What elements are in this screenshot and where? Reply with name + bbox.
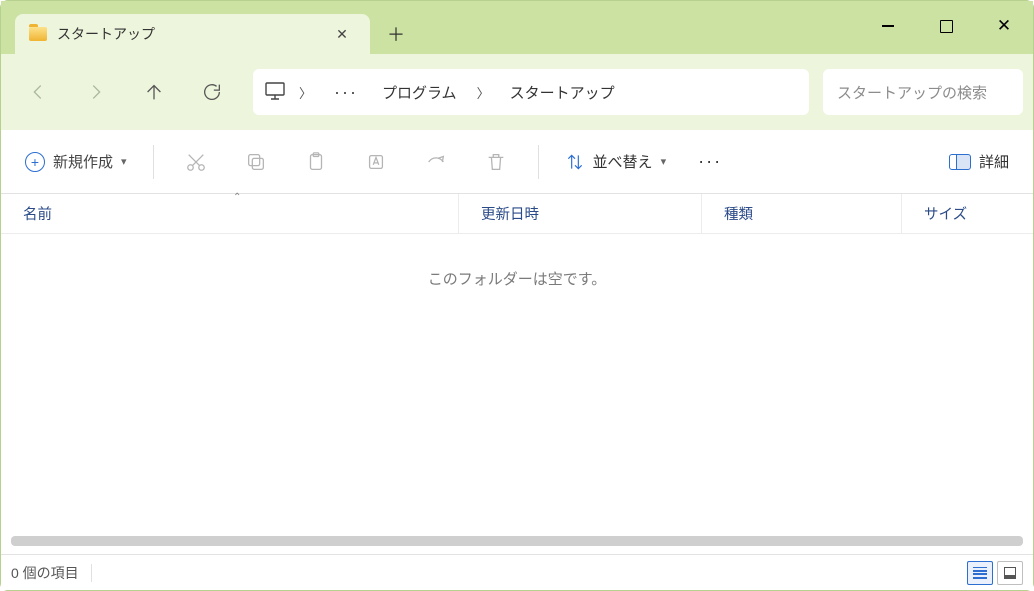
toolbar-separator xyxy=(153,145,154,179)
back-button[interactable] xyxy=(11,71,65,113)
details-pane-icon xyxy=(949,154,971,170)
copy-button[interactable] xyxy=(228,142,284,182)
more-button[interactable]: ··· xyxy=(682,142,738,182)
file-list-area[interactable]: このフォルダーは空です。 xyxy=(1,234,1033,554)
toolbar: + 新規作成 ▾ 並べ替え ▾ ··· 詳細 xyxy=(1,130,1033,194)
new-button-label: 新規作成 xyxy=(53,151,113,172)
up-button[interactable] xyxy=(127,71,181,113)
chevron-right-icon[interactable]: 〉 xyxy=(293,83,318,102)
toolbar-separator xyxy=(538,145,539,179)
new-button[interactable]: + 新規作成 ▾ xyxy=(13,142,139,182)
tab-active[interactable]: スタートアップ ✕ xyxy=(15,14,370,54)
maximize-button[interactable] xyxy=(917,1,975,51)
close-window-button[interactable]: ✕ xyxy=(975,1,1033,51)
titlebar: スタートアップ ✕ ＋ ✕ xyxy=(1,1,1033,54)
column-headers: ⌃ 名前 更新日時 種類 サイズ xyxy=(1,194,1033,234)
cut-button[interactable] xyxy=(168,142,224,182)
sort-indicator-icon: ⌃ xyxy=(233,192,241,203)
thumbnail-view-button[interactable] xyxy=(997,561,1023,585)
column-type[interactable]: 種類 xyxy=(702,194,902,233)
details-pane-button[interactable]: 詳細 xyxy=(937,142,1021,182)
details-view-button[interactable] xyxy=(967,561,993,585)
breadcrumb-item[interactable]: プログラム xyxy=(374,82,465,103)
details-pane-label: 詳細 xyxy=(979,151,1009,172)
plus-circle-icon: + xyxy=(25,152,45,172)
share-button[interactable] xyxy=(408,142,464,182)
minimize-button[interactable] xyxy=(859,1,917,51)
breadcrumb-item[interactable]: スタートアップ xyxy=(502,82,623,103)
rename-button[interactable] xyxy=(348,142,404,182)
status-separator xyxy=(91,564,92,582)
sort-button[interactable]: 並べ替え ▾ xyxy=(553,142,679,182)
view-toggle xyxy=(967,561,1023,585)
search-input[interactable]: スタートアップの検索 xyxy=(823,69,1023,115)
status-bar: 0 個の項目 xyxy=(1,554,1033,590)
window-controls: ✕ xyxy=(859,1,1033,51)
horizontal-scrollbar[interactable] xyxy=(11,536,1023,546)
forward-button[interactable] xyxy=(69,71,123,113)
folder-icon xyxy=(29,27,47,41)
column-size[interactable]: サイズ xyxy=(902,194,1033,233)
navigation-bar: 〉 ··· プログラム 〉 スタートアップ スタートアップの検索 xyxy=(1,54,1033,130)
pc-icon xyxy=(263,81,287,104)
sort-button-label: 並べ替え xyxy=(593,151,653,172)
empty-folder-message: このフォルダーは空です。 xyxy=(1,268,1033,289)
paste-button[interactable] xyxy=(288,142,344,182)
column-modified[interactable]: 更新日時 xyxy=(459,194,702,233)
chevron-down-icon: ▾ xyxy=(121,155,127,168)
tab-close-button[interactable]: ✕ xyxy=(328,20,356,48)
tab-title: スタートアップ xyxy=(57,24,318,44)
chevron-right-icon[interactable]: 〉 xyxy=(471,83,496,102)
column-name[interactable]: 名前 xyxy=(1,194,459,233)
breadcrumb[interactable]: 〉 ··· プログラム 〉 スタートアップ xyxy=(253,69,809,115)
item-count: 0 個の項目 xyxy=(11,563,79,583)
chevron-down-icon: ▾ xyxy=(661,155,667,168)
search-placeholder: スタートアップの検索 xyxy=(837,82,987,103)
refresh-button[interactable] xyxy=(185,71,239,113)
new-tab-button[interactable]: ＋ xyxy=(374,14,418,54)
delete-button[interactable] xyxy=(468,142,524,182)
